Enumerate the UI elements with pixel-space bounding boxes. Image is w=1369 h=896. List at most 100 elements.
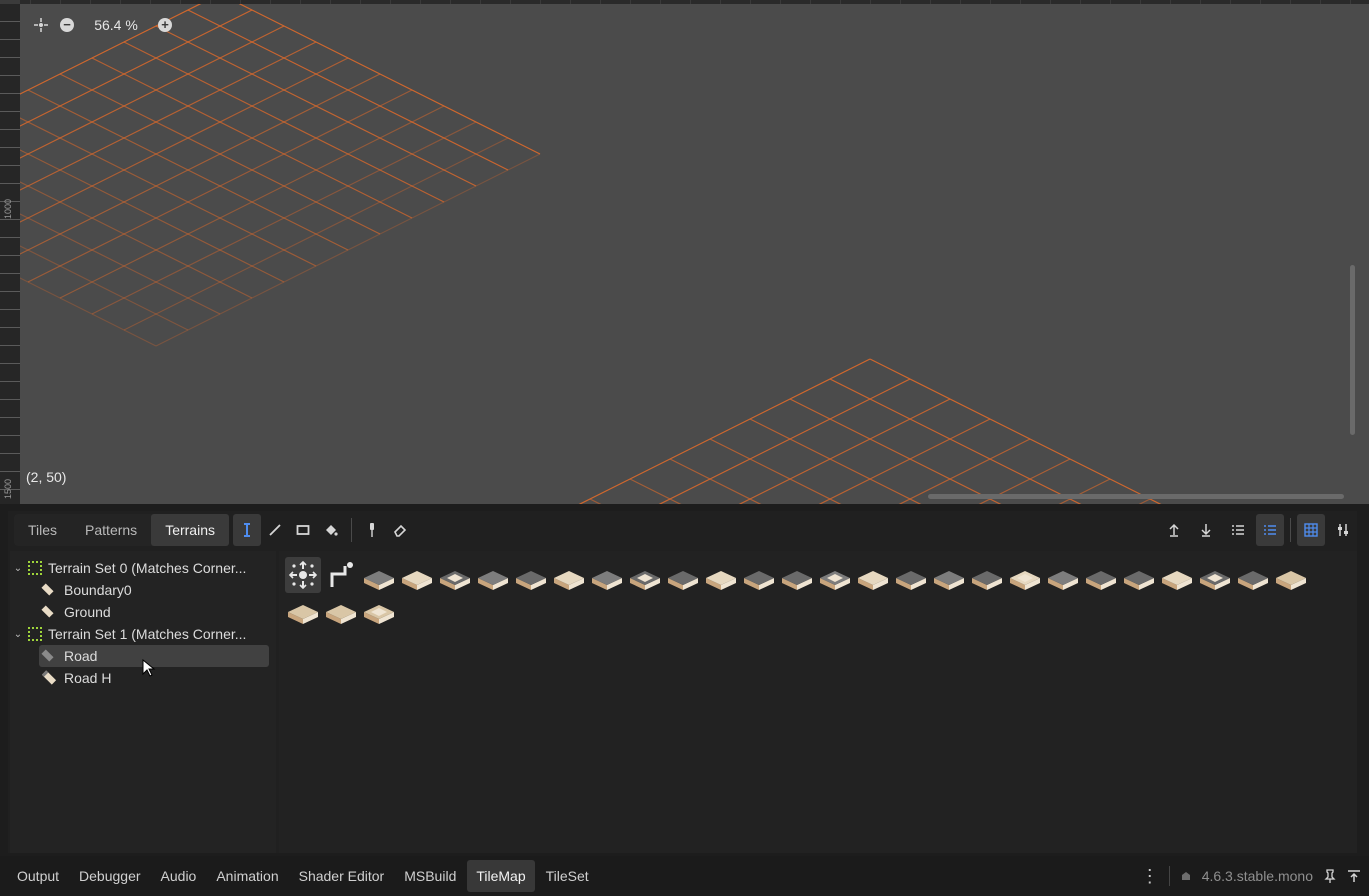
rect-tool-icon[interactable] xyxy=(289,514,317,546)
bottom-tab-tileset[interactable]: TileSet xyxy=(537,860,598,892)
center-view-icon[interactable] xyxy=(28,12,54,38)
grid-line xyxy=(238,4,541,155)
bottom-tab-shader-editor[interactable]: Shader Editor xyxy=(290,860,394,892)
tilemap-panel: Tiles Patterns Terrains ⌄ Terrain Set 0 … xyxy=(8,511,1357,853)
mouse-pointer-icon xyxy=(142,659,156,677)
terrain-tile[interactable] xyxy=(817,561,853,597)
canvas-viewport[interactable]: 1000 1500 − 56.4 % + (2, 50) xyxy=(0,0,1369,504)
kebab-menu-icon[interactable]: ⋮ xyxy=(1141,866,1159,887)
zoom-level[interactable]: 56.4 % xyxy=(80,17,152,33)
bottom-tab-audio[interactable]: Audio xyxy=(152,860,206,892)
grid-line xyxy=(829,378,1082,504)
line-tool-icon[interactable] xyxy=(261,514,289,546)
tile-connect-mode-button[interactable] xyxy=(285,557,321,593)
terrain-tile[interactable] xyxy=(703,561,739,597)
terrain-tile[interactable] xyxy=(475,561,511,597)
bottom-tab-tilemap[interactable]: TileMap xyxy=(467,860,535,892)
zoom-in-button[interactable]: + xyxy=(152,12,178,38)
terrain-tile[interactable] xyxy=(969,561,1005,597)
terrain-label: Boundary0 xyxy=(64,582,132,598)
terrain-tile[interactable] xyxy=(1083,561,1119,597)
grid-line xyxy=(629,478,682,504)
bottom-dock: Output Debugger Audio Animation Shader Edito… xyxy=(0,856,1369,896)
terrain-tile[interactable] xyxy=(1159,561,1195,597)
plus-icon: + xyxy=(158,18,172,32)
grid-line xyxy=(20,277,157,347)
vertical-scrollbar[interactable] xyxy=(1350,265,1355,435)
expand-panel-icon[interactable] xyxy=(1347,869,1361,883)
terrain-tile[interactable] xyxy=(437,561,473,597)
tab-patterns[interactable]: Patterns xyxy=(71,514,151,546)
terrain-tile[interactable] xyxy=(1273,561,1309,597)
grid-line xyxy=(20,73,381,255)
terrain-tile[interactable] xyxy=(627,561,663,597)
terrain-tile[interactable] xyxy=(323,595,359,631)
pin-icon[interactable] xyxy=(1323,869,1337,883)
terrain-tile[interactable] xyxy=(361,595,397,631)
terrain-tile[interactable] xyxy=(1197,561,1233,597)
terrain-tile[interactable] xyxy=(1121,561,1157,597)
terrain-tile[interactable] xyxy=(893,561,929,597)
grid-line xyxy=(658,378,911,504)
list-icon[interactable] xyxy=(1224,514,1252,546)
cursor-coordinates: (2, 50) xyxy=(26,469,67,485)
terrain-tile[interactable] xyxy=(285,595,321,631)
terrain-tile[interactable] xyxy=(361,561,397,597)
bottom-tab-animation[interactable]: Animation xyxy=(207,860,287,892)
terrain-tile[interactable] xyxy=(513,561,549,597)
bottom-right-info: ⋮ 4.6.3.stable.mono xyxy=(1141,856,1361,896)
terrain-label: Ground xyxy=(64,604,111,620)
terrain-tile[interactable] xyxy=(855,561,891,597)
bottom-tabs: Output Debugger Audio Animation Shader Edito… xyxy=(6,860,598,892)
ruler-label: 1500 xyxy=(3,478,13,499)
grid-toggle-icon[interactable] xyxy=(1297,514,1325,546)
highlight-layer-icon[interactable] xyxy=(1256,514,1284,546)
bottom-tab-debugger[interactable]: Debugger xyxy=(70,860,150,892)
connect-icon xyxy=(288,560,318,590)
terrain-tile[interactable] xyxy=(779,561,815,597)
terrain-tile[interactable] xyxy=(1007,561,1043,597)
grid-line xyxy=(789,398,1002,504)
grid-line xyxy=(20,213,221,315)
layer-down-icon[interactable] xyxy=(1192,514,1220,546)
ruler-left: 1000 1500 xyxy=(0,4,20,504)
paint-tools xyxy=(232,514,414,546)
terrain-tile[interactable] xyxy=(665,561,701,597)
isometric-grid xyxy=(20,4,1162,504)
grid-line xyxy=(20,57,349,223)
bucket-fill-icon[interactable] xyxy=(317,514,345,546)
horizontal-scrollbar[interactable] xyxy=(928,494,1344,499)
panel-toolbar: Tiles Patterns Terrains xyxy=(8,511,1357,549)
tools-settings-icon[interactable] xyxy=(1329,514,1357,546)
tile-path-mode-button[interactable] xyxy=(323,557,359,593)
picker-tool-icon[interactable] xyxy=(358,514,386,546)
layer-up-icon[interactable] xyxy=(1160,514,1188,546)
terrain-tile[interactable] xyxy=(931,561,967,597)
tab-terrains[interactable]: Terrains xyxy=(151,514,229,546)
terrain-label: Road H xyxy=(64,670,112,686)
mode-tabs: Tiles Patterns Terrains xyxy=(14,514,229,546)
terrain-tile[interactable] xyxy=(1045,561,1081,597)
zoom-out-button[interactable]: − xyxy=(54,12,80,38)
grid-line xyxy=(869,358,1162,504)
bottom-tab-msbuild[interactable]: MSBuild xyxy=(395,860,465,892)
bottom-tab-output[interactable]: Output xyxy=(8,860,68,892)
grid-line xyxy=(738,398,951,504)
grid-line xyxy=(818,418,991,504)
version-label[interactable]: 4.6.3.stable.mono xyxy=(1202,868,1313,884)
eraser-icon[interactable] xyxy=(386,514,414,546)
grid-line xyxy=(1138,498,1151,504)
terrain-tile[interactable] xyxy=(741,561,777,597)
tab-tiles[interactable]: Tiles xyxy=(14,514,71,546)
grid-line xyxy=(578,358,871,504)
separator xyxy=(1168,866,1170,886)
toolbar-separator xyxy=(350,518,352,542)
terrain-tile[interactable] xyxy=(399,561,435,597)
grid-line xyxy=(20,25,285,159)
terrain-tile[interactable] xyxy=(551,561,587,597)
terrain-tile[interactable] xyxy=(589,561,625,597)
mouse-cursor-icon xyxy=(10,551,70,711)
terrain-set-label: Terrain Set 1 (Matches Corner... xyxy=(48,626,247,642)
select-tool-icon[interactable] xyxy=(232,514,261,546)
terrain-tile[interactable] xyxy=(1235,561,1271,597)
